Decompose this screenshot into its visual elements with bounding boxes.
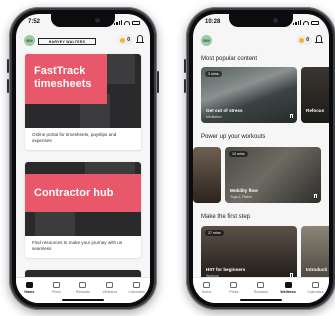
volume-button [184,79,186,93]
tab-home[interactable]: Home [17,282,41,303]
coin-balance[interactable]: 0 [117,35,133,45]
avatar[interactable]: BM [24,35,35,46]
wellness-icon [284,282,292,288]
home-indicator [62,299,104,301]
tab-calendars[interactable]: Calendars [303,282,327,303]
volume-button [7,79,9,93]
coin-count: 0 [127,37,130,43]
coin-icon [120,37,126,43]
card-title-line1: Contractor hub [34,187,114,199]
tile-title: Introducti [306,267,328,272]
notch [229,14,293,27]
perks-icon [230,282,238,288]
tile-title: Refocus [306,108,325,113]
tab-home[interactable]: Home [195,282,219,303]
coin-count: 0 [306,37,309,43]
duration-badge: 27 mins [205,230,224,236]
card-fasttrack[interactable]: FastTrack timesheets Online portal for t… [25,54,141,150]
right-screen: 10:28 BM 0 Most popular content 3 mins G… [193,14,329,303]
wellness-icon [106,282,114,288]
tile-category: Meditation [206,115,222,119]
signal-icon [293,20,301,25]
signal-icon [114,20,122,25]
tab-calendars[interactable]: Calendars [125,282,149,303]
battery-icon [311,21,319,25]
status-time: 7:52 [28,19,41,25]
tile-title: Mobility flow [230,188,258,193]
app-header: BM HARVEY WALTERS 0 [16,31,150,51]
wifi-icon [303,21,309,25]
content-tile[interactable]: Refocus [301,67,329,123]
bell-icon[interactable] [136,35,144,43]
card-contractor-hub[interactable]: Contractor hub Find resources to make yo… [25,162,141,258]
left-screen: 7:52 BM HARVEY WALTERS 0 FastTrack times… [16,14,150,303]
battery-icon [132,21,140,25]
bookmark-icon[interactable] [314,194,317,198]
home-indicator [240,299,282,301]
bell-icon[interactable] [315,35,323,43]
wifi-icon [124,21,130,25]
notch [51,14,115,27]
content-row: 10 mins Mobility flow Yoga & Pilates [193,147,329,203]
perks-icon [52,282,60,288]
card-visual: Contractor hub [25,162,141,236]
tile-title: HIIT for beginners [206,267,246,272]
content-tile[interactable]: 27 mins HIIT for beginners Workout [201,226,297,282]
section-title: Power up your workouts [201,134,266,140]
coin-balance[interactable]: 0 [296,35,312,45]
app-header: BM 0 [193,31,329,51]
card-title-line1: FastTrack [34,65,86,77]
volume-button [7,59,9,73]
content-tile[interactable] [193,147,221,203]
section-title: Most popular content [201,56,258,62]
phone-left: 7:52 BM HARVEY WALTERS 0 FastTrack times… [7,7,159,310]
card-visual: FastTrack timesheets [25,54,141,128]
power-button [157,71,159,93]
tab-bar: Home Perks Rewards Wellness Calendars [16,277,150,303]
home-icon [203,282,211,288]
content-row: 27 mins HIIT for beginners Workout Intro… [201,226,329,282]
coin-icon [299,37,305,43]
avatar[interactable]: BM [201,35,212,46]
tile-category: Yoga & Pilates [230,195,252,199]
home-icon [25,282,33,288]
content-tile[interactable]: 10 mins Mobility flow Yoga & Pilates [225,147,321,203]
card-description: Find resources to make your journey with… [32,240,123,251]
tile-title: Get out of stress [206,108,243,113]
brand-logo: HARVEY WALTERS [38,38,96,45]
calendar-icon [311,282,319,288]
card-title-line2: timesheets [34,78,92,90]
phone-right: 10:28 BM 0 Most popular content 3 mins G… [184,7,335,310]
bookmark-icon[interactable] [290,114,293,118]
status-time: 10:28 [205,19,221,25]
tab-bar: Home Perks Rewards Wellness Calendars [193,277,329,303]
volume-button [184,59,186,73]
calendar-icon [133,282,141,288]
duration-badge: 3 mins [205,71,222,77]
rewards-icon [79,282,87,288]
duration-badge: 10 mins [229,151,248,157]
card-description: Online portal for timesheets, payslips a… [32,132,117,143]
content-row: 3 mins Get out of stress Meditation Refo… [201,67,329,123]
content-tile[interactable]: 3 mins Get out of stress Meditation [201,67,297,123]
content-tile[interactable]: Introducti [301,226,329,282]
rewards-icon [257,282,265,288]
section-title: Make the first step [201,214,251,220]
